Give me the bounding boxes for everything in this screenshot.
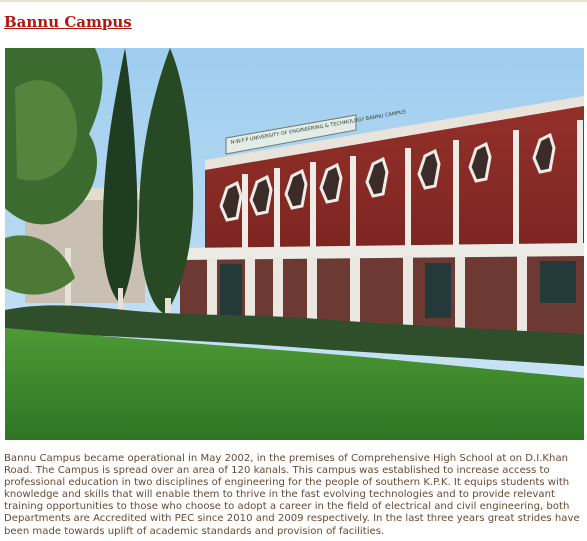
top-divider: [0, 0, 587, 2]
campus-description: Bannu Campus became operational in May 2…: [4, 453, 580, 537]
campus-photo: N-W.F.P UNIVERSITY OF ENGINEERING & TECH…: [5, 48, 584, 440]
page-title[interactable]: Bannu Campus: [4, 13, 132, 31]
